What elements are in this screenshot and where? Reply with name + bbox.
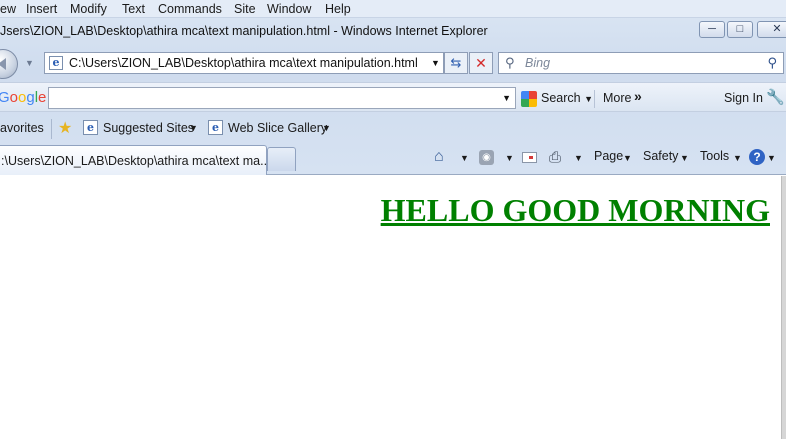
page-menu-button[interactable]: Page — [594, 149, 623, 163]
search-icon[interactable]: ⚲ — [767, 55, 777, 71]
menu-bar: ew Insert Modify Text Commands Site Wind… — [0, 0, 786, 18]
maximize-button[interactable]: □ — [727, 21, 753, 38]
menu-view[interactable]: ew — [0, 2, 16, 16]
chevron-down-icon[interactable]: ▼ — [767, 153, 776, 163]
google-logo: Google — [0, 89, 46, 106]
page-heading: HELLO GOOD MORNING — [380, 192, 770, 228]
mail-icon[interactable] — [522, 152, 537, 163]
ie-page-icon: e — [208, 120, 223, 135]
menu-text[interactable]: Text — [122, 2, 145, 16]
menu-help[interactable]: Help — [325, 2, 351, 16]
chevron-down-icon[interactable]: ▼ — [574, 153, 583, 163]
chevron-down-icon[interactable]: ▼ — [460, 153, 469, 163]
google-toolbar: Google ▼ Search ▼ More » Sign In 🔧 — [0, 82, 786, 112]
menu-modify[interactable]: Modify — [70, 2, 107, 16]
wrench-icon[interactable]: 🔧 — [766, 88, 785, 106]
google-search-dropdown-icon[interactable]: ▼ — [584, 94, 593, 104]
vertical-scrollbar[interactable] — [781, 176, 786, 439]
google-logo-letter: o — [9, 89, 19, 106]
stop-icon[interactable]: ✕ — [469, 52, 493, 74]
close-button[interactable]: ✕ — [757, 21, 786, 38]
search-box[interactable]: ⚲ Bing ⚲ — [498, 52, 784, 74]
google-search-icon[interactable] — [521, 91, 537, 107]
favorite-link-web-slice-gallery[interactable]: Web Slice Gallery — [228, 121, 327, 135]
favorites-star-icon[interactable]: ★ — [58, 118, 72, 138]
navigation-bar: ▼ e C:\Users\ZION_LAB\Desktop\athira mca… — [0, 46, 786, 81]
back-icon[interactable] — [0, 49, 18, 79]
toolbar-divider — [594, 90, 595, 108]
tab-label: :\Users\ZION_LAB\Desktop\athira mca\text… — [1, 154, 271, 168]
chevron-down-icon[interactable]: ▼ — [322, 123, 331, 133]
ie-page-icon: e — [49, 56, 63, 70]
new-tab-button[interactable] — [267, 147, 296, 171]
google-logo-letter: g — [26, 89, 35, 106]
recent-pages-dropdown[interactable]: ▼ — [25, 58, 34, 68]
search-input[interactable]: Bing — [525, 56, 550, 70]
chevron-down-icon[interactable]: ▼ — [623, 153, 632, 163]
google-history-dropdown-icon[interactable]: ▼ — [502, 93, 511, 103]
home-icon[interactable]: ⌂ — [434, 148, 444, 166]
minimize-button[interactable]: ─ — [699, 21, 725, 38]
google-search-label: Search — [541, 91, 581, 105]
menu-commands[interactable]: Commands — [158, 2, 222, 16]
google-search-input[interactable]: ▼ — [48, 87, 516, 109]
tools-menu-button[interactable]: Tools — [700, 149, 729, 163]
google-logo-letter: G — [0, 89, 10, 106]
chevron-down-icon[interactable]: ▼ — [680, 153, 689, 163]
favorites-bar: avorites ★ e Suggested Sites ▼ e Web Sli… — [0, 112, 786, 143]
chevron-right-icon[interactable]: » — [634, 88, 642, 104]
google-signin-button[interactable]: Sign In — [724, 91, 763, 105]
favorite-link-suggested-sites[interactable]: Suggested Sites — [103, 121, 194, 135]
favorites-divider — [51, 119, 52, 139]
window-title: Jsers\ZION_LAB\Desktop\athira mca\text m… — [0, 24, 488, 38]
print-icon[interactable]: ⎙ — [549, 149, 561, 166]
tab-active[interactable]: :\Users\ZION_LAB\Desktop\athira mca\text… — [0, 145, 271, 175]
chevron-down-icon[interactable]: ▼ — [189, 123, 198, 133]
menu-insert[interactable]: Insert — [26, 2, 57, 16]
title-bar: Jsers\ZION_LAB\Desktop\athira mca\text m… — [0, 18, 786, 46]
menu-site[interactable]: Site — [234, 2, 256, 16]
google-search-button[interactable]: Search ▼ — [541, 91, 593, 105]
page-content: HELLO GOOD MORNING — [0, 176, 786, 439]
favorites-button[interactable]: avorites — [0, 121, 44, 135]
help-icon[interactable]: ? — [749, 149, 765, 165]
chevron-down-icon[interactable]: ▼ — [733, 153, 742, 163]
google-logo-letter: e — [38, 89, 47, 106]
address-url[interactable]: C:\Users\ZION_LAB\Desktop\athira mca\tex… — [69, 56, 418, 70]
address-dropdown-icon[interactable]: ▼ — [431, 58, 440, 68]
chevron-down-icon[interactable]: ▼ — [505, 153, 514, 163]
search-provider-icon[interactable]: ⚲ — [505, 55, 515, 71]
ie-page-icon: e — [83, 120, 98, 135]
rss-icon[interactable]: ◉ — [479, 150, 494, 165]
safety-menu-button[interactable]: Safety — [643, 149, 678, 163]
browser-chrome: ew Insert Modify Text Commands Site Wind… — [0, 0, 786, 175]
address-bar[interactable]: e C:\Users\ZION_LAB\Desktop\athira mca\t… — [44, 52, 444, 74]
menu-window[interactable]: Window — [267, 2, 311, 16]
tab-row: :\Users\ZION_LAB\Desktop\athira mca\text… — [0, 143, 786, 175]
refresh-icon[interactable]: ⇆ — [444, 52, 468, 74]
google-more-button[interactable]: More — [603, 91, 631, 105]
